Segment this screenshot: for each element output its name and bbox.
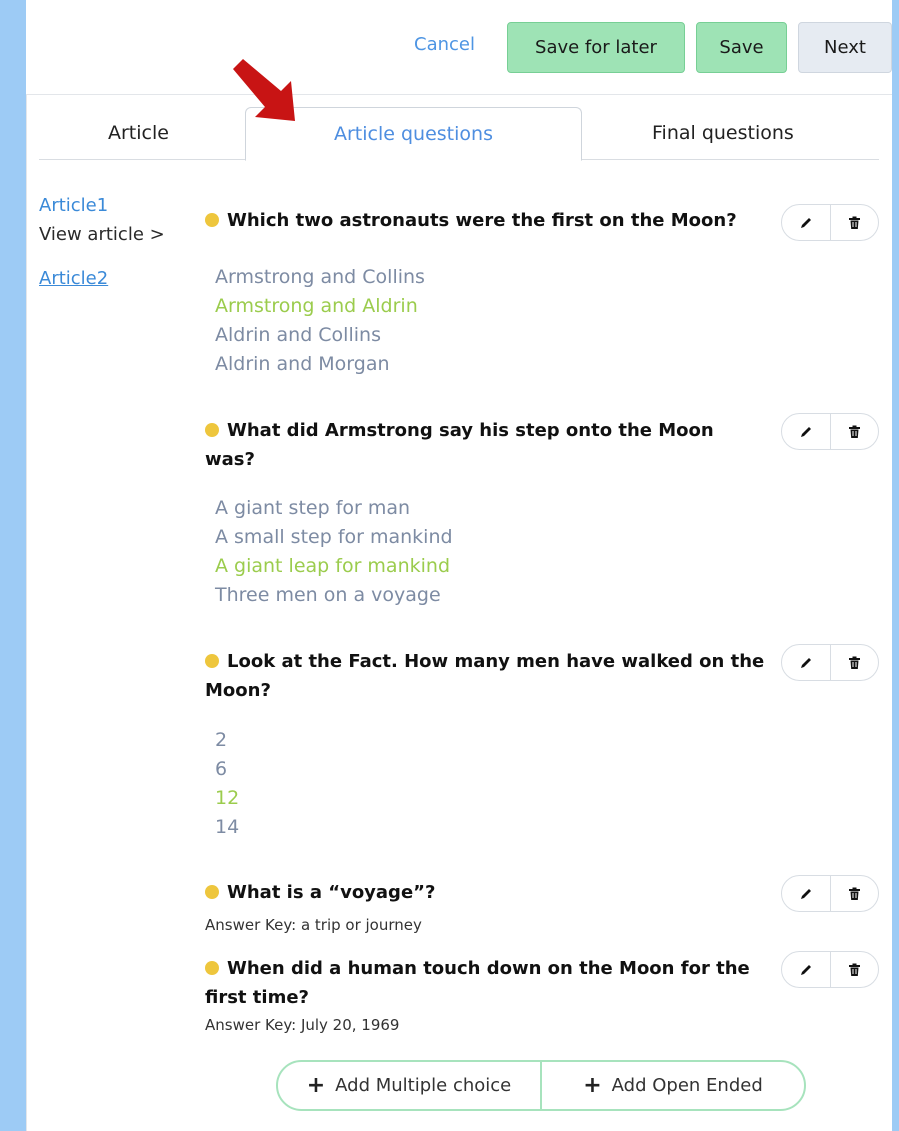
question-status-dot bbox=[205, 885, 219, 899]
save-for-later-button[interactable]: Save for later bbox=[507, 22, 685, 73]
question-text: What did Armstrong say his step onto the… bbox=[205, 420, 714, 470]
question-title: What is a “voyage”? bbox=[205, 878, 765, 907]
edit-button[interactable] bbox=[782, 645, 830, 680]
tab-final-questions[interactable]: Final questions bbox=[652, 122, 794, 144]
answer-option: 2 bbox=[215, 729, 228, 751]
add-multiple-choice-button[interactable]: + Add Multiple choice bbox=[278, 1062, 540, 1109]
question-item: What is a “voyage”? bbox=[205, 878, 765, 907]
question-item: What did Armstrong say his step onto the… bbox=[205, 416, 765, 474]
save-button[interactable]: Save bbox=[696, 22, 787, 73]
question-title: Which two astronauts were the first on t… bbox=[205, 206, 765, 235]
pencil-icon bbox=[800, 964, 811, 975]
question-item: Look at the Fact. How many men have walk… bbox=[205, 647, 765, 705]
pencil-icon bbox=[800, 657, 811, 668]
delete-button[interactable] bbox=[829, 876, 879, 911]
answer-key: Answer Key: a trip or journey bbox=[205, 916, 422, 934]
question-status-dot bbox=[205, 654, 219, 668]
tab-article[interactable]: Article bbox=[108, 122, 169, 144]
question-actions bbox=[781, 204, 879, 241]
question-item: Which two astronauts were the first on t… bbox=[205, 206, 765, 235]
trash-icon bbox=[848, 425, 860, 438]
question-actions bbox=[781, 951, 879, 988]
delete-button[interactable] bbox=[829, 645, 879, 680]
question-status-dot bbox=[205, 213, 219, 227]
trash-icon bbox=[848, 216, 860, 229]
sidebar-item-article2[interactable]: Article2 bbox=[39, 268, 108, 289]
delete-button[interactable] bbox=[829, 205, 879, 240]
red-arrow-annotation bbox=[233, 59, 295, 121]
add-open-ended-label: Add Open Ended bbox=[611, 1075, 763, 1096]
question-actions bbox=[781, 875, 879, 912]
question-actions bbox=[781, 413, 879, 450]
answer-option: Aldrin and Morgan bbox=[215, 353, 390, 375]
question-status-dot bbox=[205, 961, 219, 975]
answer-option: A small step for mankind bbox=[215, 526, 453, 548]
answer-options: A giant step for man A small step for ma… bbox=[215, 494, 453, 610]
answer-option: Aldrin and Collins bbox=[215, 324, 381, 346]
answer-option-correct: Armstrong and Aldrin bbox=[215, 295, 418, 317]
trash-icon bbox=[848, 656, 860, 669]
pencil-icon bbox=[800, 888, 811, 899]
question-text: What is a “voyage”? bbox=[227, 882, 436, 903]
pencil-icon bbox=[800, 426, 811, 437]
answer-option: A giant step for man bbox=[215, 497, 411, 519]
answer-option: Three men on a voyage bbox=[215, 584, 441, 606]
question-title: What did Armstrong say his step onto the… bbox=[205, 416, 765, 474]
add-question-group: + Add Multiple choice + Add Open Ended bbox=[276, 1060, 806, 1111]
top-toolbar: Cancel Save for later Save Next bbox=[26, 0, 892, 92]
question-title: When did a human touch down on the Moon … bbox=[205, 954, 765, 1012]
cancel-button[interactable]: Cancel bbox=[414, 34, 475, 55]
delete-button[interactable] bbox=[829, 414, 879, 449]
answer-option: 14 bbox=[215, 816, 240, 838]
pencil-icon bbox=[800, 217, 811, 228]
question-text: Which two astronauts were the first on t… bbox=[227, 210, 737, 231]
edit-button[interactable] bbox=[782, 205, 830, 240]
answer-key: Answer Key: July 20, 1969 bbox=[205, 1016, 400, 1034]
question-item: When did a human touch down on the Moon … bbox=[205, 954, 765, 1012]
plus-icon: + bbox=[306, 1073, 326, 1098]
answer-options: 2 6 12 14 bbox=[215, 726, 239, 842]
answer-option-correct: A giant leap for mankind bbox=[215, 555, 451, 577]
edit-button[interactable] bbox=[782, 414, 830, 449]
add-multiple-choice-label: Add Multiple choice bbox=[335, 1075, 512, 1096]
question-text: When did a human touch down on the Moon … bbox=[205, 958, 750, 1008]
delete-button[interactable] bbox=[829, 952, 879, 987]
plus-icon: + bbox=[583, 1073, 602, 1098]
edit-button[interactable] bbox=[782, 876, 830, 911]
answer-option-correct: 12 bbox=[215, 787, 240, 809]
trash-icon bbox=[848, 963, 860, 976]
add-open-ended-button[interactable]: + Add Open Ended bbox=[540, 1062, 804, 1109]
question-title: Look at the Fact. How many men have walk… bbox=[205, 647, 765, 705]
question-text: Look at the Fact. How many men have walk… bbox=[205, 651, 765, 701]
next-button[interactable]: Next bbox=[798, 22, 892, 73]
question-status-dot bbox=[205, 423, 219, 437]
answer-option: 6 bbox=[215, 758, 228, 780]
edit-button[interactable] bbox=[782, 952, 830, 987]
view-article-link[interactable]: View article > bbox=[39, 224, 165, 245]
answer-option: Armstrong and Collins bbox=[215, 266, 425, 288]
question-actions bbox=[781, 644, 879, 681]
trash-icon bbox=[848, 887, 860, 900]
answer-options: Armstrong and Collins Armstrong and Aldr… bbox=[215, 263, 425, 379]
sidebar-item-article1[interactable]: Article1 bbox=[39, 195, 108, 216]
